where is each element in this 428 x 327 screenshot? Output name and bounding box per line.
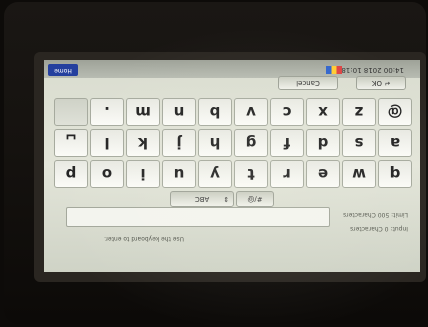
input-mode-label: ABC [194,195,210,203]
key-m[interactable]: m [126,98,160,126]
datetime: 14:00 2018 10:18 [341,66,404,74]
key-q[interactable]: q [378,160,412,188]
key-v[interactable]: v [234,98,268,126]
input-mode-button[interactable]: ⇕ ABC [170,191,234,207]
key-r[interactable]: r [270,160,304,188]
enter-icon: ↵ [384,79,391,87]
key-p[interactable]: p [54,160,88,188]
key-blank [54,98,88,126]
key-g[interactable]: g [234,129,268,157]
key-y[interactable]: y [198,160,232,188]
key-f[interactable]: f [270,129,304,157]
keyboard-hint: Use the keyboard to enter. [104,235,184,242]
on-screen-keyboard: q w e r t y u i o p a s d f g h j k l ␣ @ z x c v b n m. [52,92,412,188]
ok-label: OK [371,79,382,87]
key-u[interactable]: u [162,160,196,188]
key-o[interactable]: o [90,160,124,188]
input-count: Input: 0 Characters [350,225,408,232]
text-input-field[interactable] [66,207,330,227]
home-tab[interactable]: Home [48,64,78,76]
key-e[interactable]: e [306,160,340,188]
character-limit: Limit: 500 Characters [343,211,408,218]
ok-button[interactable]: ↵ OK [356,76,406,90]
key-space[interactable]: ␣ [54,129,88,157]
key-x[interactable]: x [306,98,340,126]
key-i[interactable]: i [126,160,160,188]
key-s[interactable]: s [342,129,376,157]
key-l[interactable]: l [90,129,124,157]
key-h[interactable]: h [198,129,232,157]
flag-icon [326,66,342,74]
key-w[interactable]: w [342,160,376,188]
key-b[interactable]: b [198,98,232,126]
touch-screen: Home 14:00 2018 10:18 Use the keyboard t… [44,60,420,272]
key-n[interactable]: n [162,98,196,126]
key-k[interactable]: k [126,129,160,157]
key-j[interactable]: j [162,129,196,157]
key-t[interactable]: t [234,160,268,188]
key-period[interactable]: . [90,98,124,126]
key-c[interactable]: c [270,98,304,126]
key-at[interactable]: @ [378,98,412,126]
key-d[interactable]: d [306,129,340,157]
symbol-button[interactable]: #/@ [236,191,274,207]
key-a[interactable]: a [378,129,412,157]
mode-arrow-icon: ⇕ [223,195,229,203]
key-z[interactable]: z [342,98,376,126]
cancel-button[interactable]: Cancel [278,76,338,90]
